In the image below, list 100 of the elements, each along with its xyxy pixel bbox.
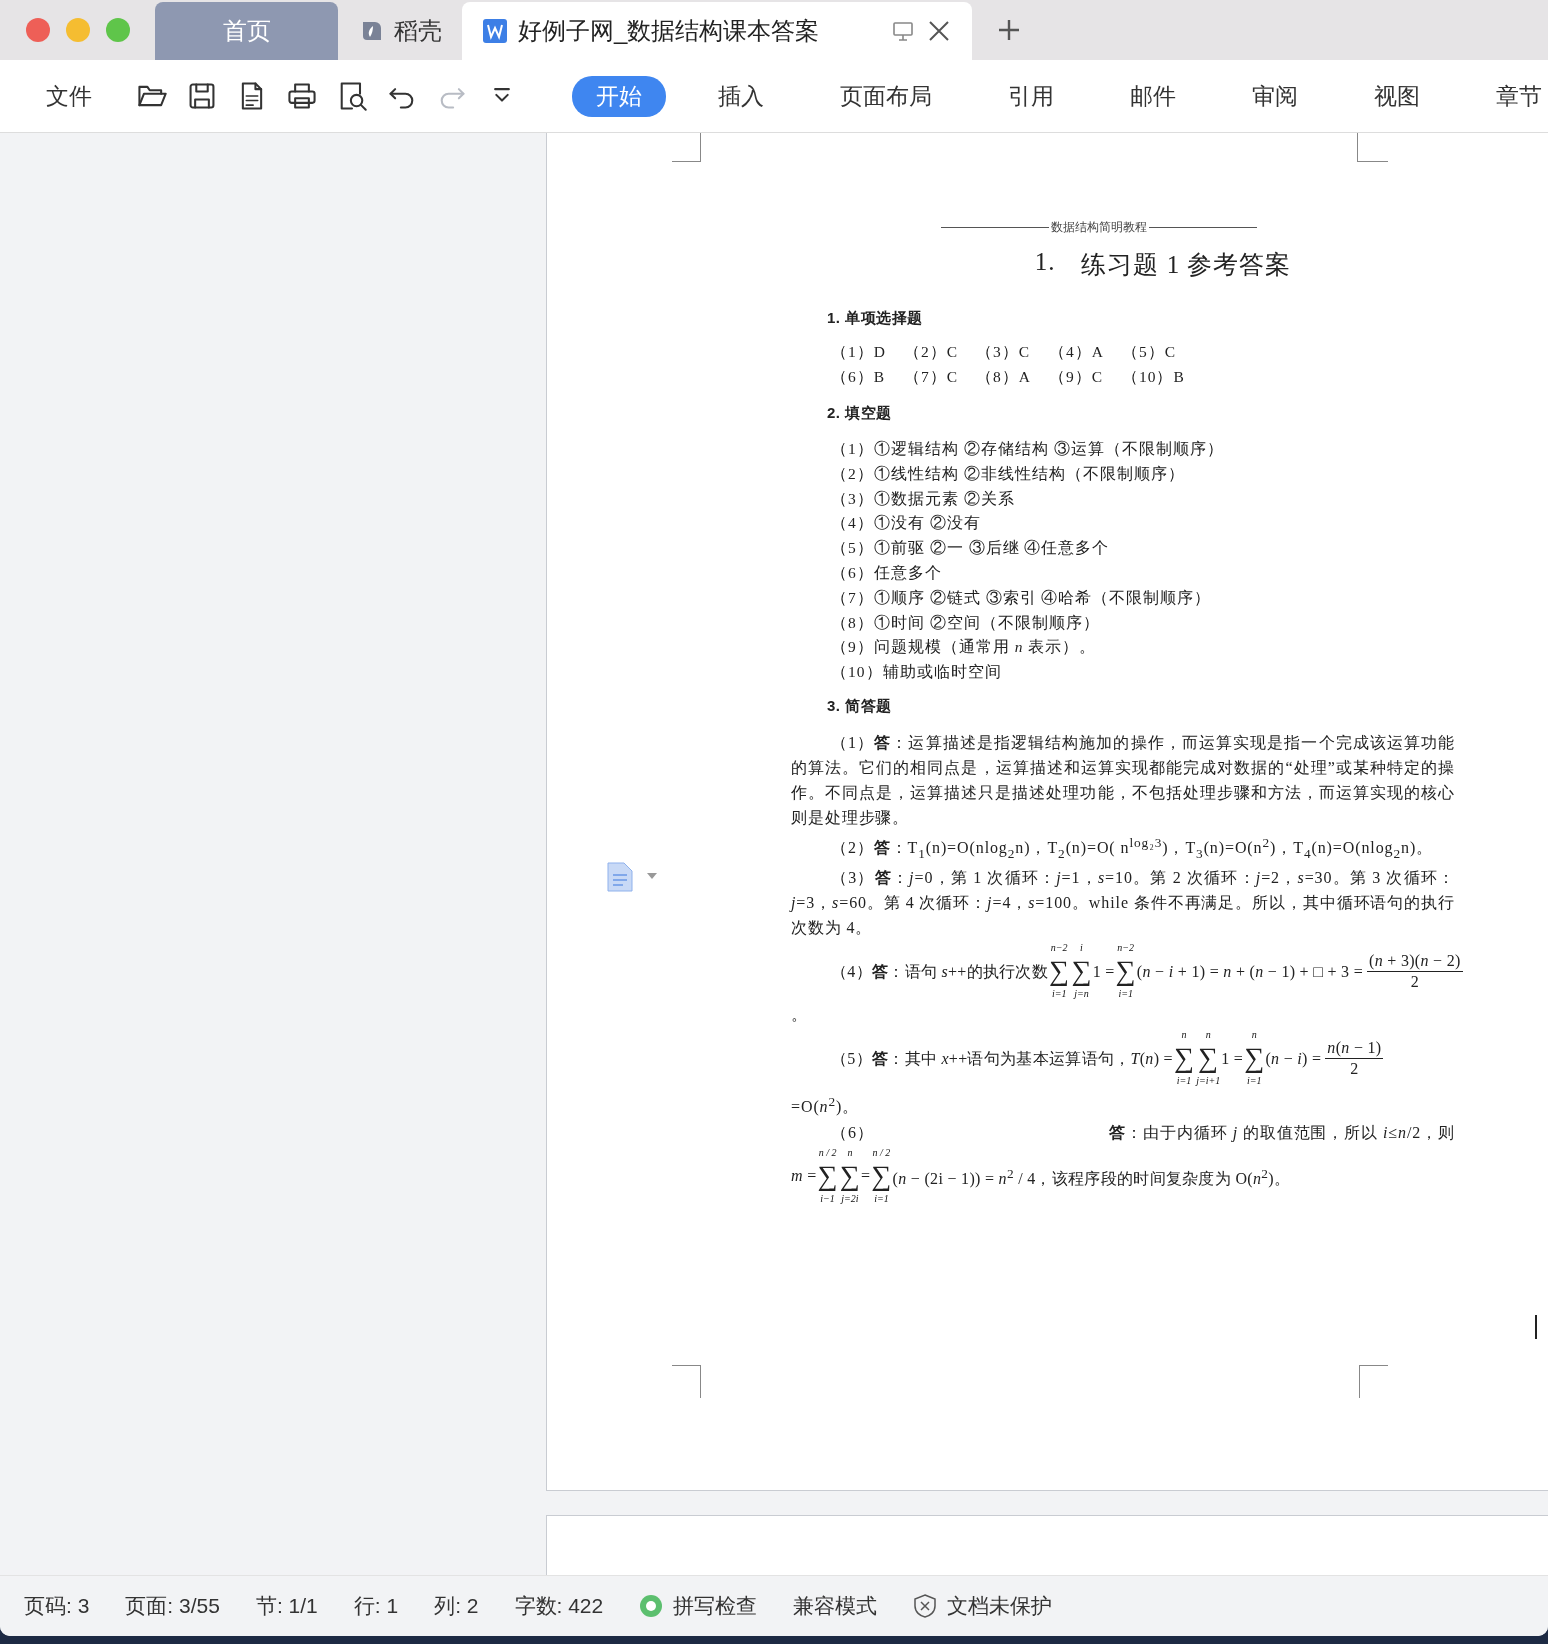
- ribbon-tab[interactable]: 引用: [984, 75, 1078, 117]
- formula-text: 该程序段的时间复杂度为 O(n$^{2}$)。: [1051, 1164, 1291, 1190]
- formula-text: （4）答：语句 s++的执行次数: [831, 962, 1049, 982]
- summation-limit: j=2i: [841, 1192, 859, 1205]
- ribbon-tab[interactable]: 页面布局: [816, 75, 956, 117]
- summation-sign: ∑: [871, 1158, 892, 1193]
- summation-limit: n−2: [1117, 942, 1135, 955]
- formula-text: (n − (2i − 1)) = n$^{2}$ / 4，: [892, 1164, 1052, 1190]
- choice-answer: （3）C: [976, 342, 1031, 362]
- summation-limit: i: [1080, 942, 1083, 955]
- section-heading: 3. 简答题: [827, 696, 893, 716]
- status-item: 字数: 422: [514, 1593, 604, 1619]
- ribbon-tab[interactable]: 开始: [572, 75, 666, 117]
- choice-answer: （2）C: [903, 342, 959, 362]
- shield-icon: [913, 1594, 938, 1618]
- crop-mark: [1357, 133, 1388, 162]
- file-menu[interactable]: 文件: [46, 80, 92, 112]
- running-header: 数据结构简明教程: [1051, 219, 1147, 236]
- document-icon: [482, 18, 508, 44]
- summation-limit: i−1: [820, 1192, 835, 1205]
- answer-paragraph: 答：由于内循环 j 的取值范围，所以 i≤n/2，则: [1109, 1122, 1455, 1144]
- formula-text: 1 =: [1092, 962, 1115, 982]
- numerator: (n + 3)(n − 2): [1367, 951, 1463, 972]
- fill-in-answer: （4）①没有 ②没有: [831, 513, 982, 534]
- section-heading: 1. 单项选择题: [827, 309, 924, 328]
- summation-sign: ∑: [1115, 954, 1136, 989]
- choice-answer: （8）A: [976, 367, 1031, 387]
- status-item: 列: 2: [434, 1593, 479, 1619]
- ribbon-tab[interactable]: 审阅: [1228, 75, 1322, 117]
- summation-limit: n: [1251, 1029, 1257, 1042]
- summation-limit: n: [847, 1146, 853, 1159]
- status-item: 页面: 3/55: [125, 1593, 220, 1619]
- summation-sign: ∑: [1173, 1041, 1195, 1076]
- summation-sign: ∑: [1244, 1041, 1265, 1076]
- formula-text: T(n) =: [1130, 1049, 1173, 1070]
- numerator: n(n − 1): [1325, 1038, 1384, 1059]
- summation-sign: ∑: [1071, 954, 1092, 989]
- tab[interactable]: 好例子网_数据结构课本答案: [462, 2, 972, 60]
- answer-paragraph: 。: [791, 1005, 809, 1026]
- formula-text: m =: [791, 1166, 817, 1187]
- summation-limit: n / 2: [818, 1146, 837, 1159]
- denominator: 2: [1350, 1059, 1359, 1079]
- fill-in-answer: （8）①时间 ②空间（不限制顺序）: [831, 612, 1101, 633]
- status-item[interactable]: 拼写检查: [673, 1592, 758, 1620]
- close-window-button[interactable]: [26, 18, 50, 42]
- formula-text: =: [861, 1166, 871, 1187]
- fill-in-answer: （5）①前驱 ②一 ③后继 ④任意多个: [831, 538, 1111, 559]
- chapter-title: 练习题 1 参考答案: [1081, 250, 1292, 280]
- ribbon-tab[interactable]: 章节: [1472, 75, 1548, 117]
- choice-answer: （9）C: [1049, 367, 1104, 387]
- summation-sign: ∑: [817, 1158, 838, 1193]
- caret-icon[interactable]: [646, 871, 658, 881]
- answer-paragraph: =O(n$^{2}$)。: [791, 1093, 861, 1118]
- status-item: 页码: 3: [24, 1593, 90, 1619]
- summation-sign: ∑: [839, 1158, 860, 1193]
- fill-in-answer: （6）任意多个: [831, 563, 943, 583]
- add-tab-icon[interactable]: [998, 19, 1020, 41]
- formula-text: （5）答：其中 x++语句为基本运算语句，: [831, 1049, 1131, 1069]
- answer-paragraph: （1）答：运算描述是指逻辑结构施加的操作，而运算实现是指一个完成该运算功能的算法。它们的相同点是，运算描述和运算实现都能完成对数据的“处理”或某种特定的操作。不同点是，运算描述只是描述处理功能，不包括处理步骤和方法，而运算实现的核心则是处理步骤。: [791, 732, 1455, 828]
- choice-answer: （6）B: [831, 367, 886, 387]
- summation-limit: n: [1181, 1029, 1187, 1042]
- fill-in-answer: （2）①线性结构 ②非线性结构（不限制顺序）: [831, 463, 1186, 484]
- fill-in-answer: （7）①顺序 ②链式 ③索引 ④哈希（不限制顺序）: [831, 587, 1213, 608]
- status-item: 行: 1: [353, 1593, 399, 1619]
- fill-in-answer: （1）①逻辑结构 ②存储结构 ③运算（不限制顺序）: [831, 439, 1225, 459]
- crop-mark: [672, 133, 701, 162]
- summation-sign: ∑: [1198, 1041, 1219, 1076]
- summation-limit: i=1: [1051, 988, 1067, 1001]
- fill-in-answer: （9）问题规模（通常用 n 表示）。: [831, 637, 1098, 658]
- summation-limit: n: [1205, 1029, 1211, 1042]
- summation-limit: j=n: [1074, 988, 1089, 1001]
- summation-limit: n / 2: [872, 1146, 891, 1159]
- summation-limit: j=i+1: [1196, 1075, 1221, 1088]
- ribbon-tab[interactable]: 插入: [694, 75, 788, 117]
- spell-check-icon: [639, 1594, 664, 1618]
- choice-answer: （7）C: [903, 367, 959, 387]
- status-item: 兼容模式: [793, 1593, 878, 1619]
- answer-number: （6）: [831, 1122, 874, 1143]
- denominator: 2: [1410, 972, 1419, 992]
- formula-text: (n − i) =: [1265, 1049, 1322, 1070]
- choice-answer: （4）A: [1049, 342, 1104, 362]
- ribbon-tab[interactable]: 视图: [1350, 75, 1444, 117]
- crop-mark: [672, 1365, 701, 1398]
- ribbon-tab[interactable]: 邮件: [1106, 75, 1200, 117]
- summation-limit: i=1: [1247, 1075, 1262, 1088]
- choice-answer: （10）B: [1121, 367, 1185, 387]
- status-item[interactable]: 文档未保护: [947, 1592, 1053, 1620]
- answer-paragraph: （3）答：j=0，第 1 次循环：j=1，s=10。第 2 次循环：j=2，s=30。第 3 次循环：j=3，s=60。第 4 次循环：j=4，s=100。while 条件不再满足。所以，其中循环语句的执行次数为 4。: [791, 868, 1455, 939]
- formula-text: 1 =: [1221, 1049, 1244, 1069]
- fill-in-answer: （10）辅助或临时空间: [831, 662, 1003, 683]
- section-heading: 2. 填空题: [827, 404, 893, 423]
- summation-sign: ∑: [1049, 954, 1070, 989]
- summation-limit: i=1: [874, 1192, 889, 1205]
- tab[interactable]: 稻壳: [338, 2, 462, 60]
- chapter-number: 1.: [1034, 248, 1056, 277]
- text-cursor: [1535, 1315, 1537, 1339]
- choice-answer: （1）D: [831, 342, 886, 362]
- choice-answer: （5）C: [1121, 342, 1178, 362]
- answer-paragraph: （2）答：T$_{1}$(n)=O(nlog$_{2}$n)，T$_{2}$(n)=O( n$^{log₂3}$)，T$_{3}$(n)=O(n$^{2}$)，T$_{4}$(n)=O(nlog$_{2}$n)。: [830, 833, 1435, 863]
- summation-limit: i=1: [1118, 988, 1133, 1001]
